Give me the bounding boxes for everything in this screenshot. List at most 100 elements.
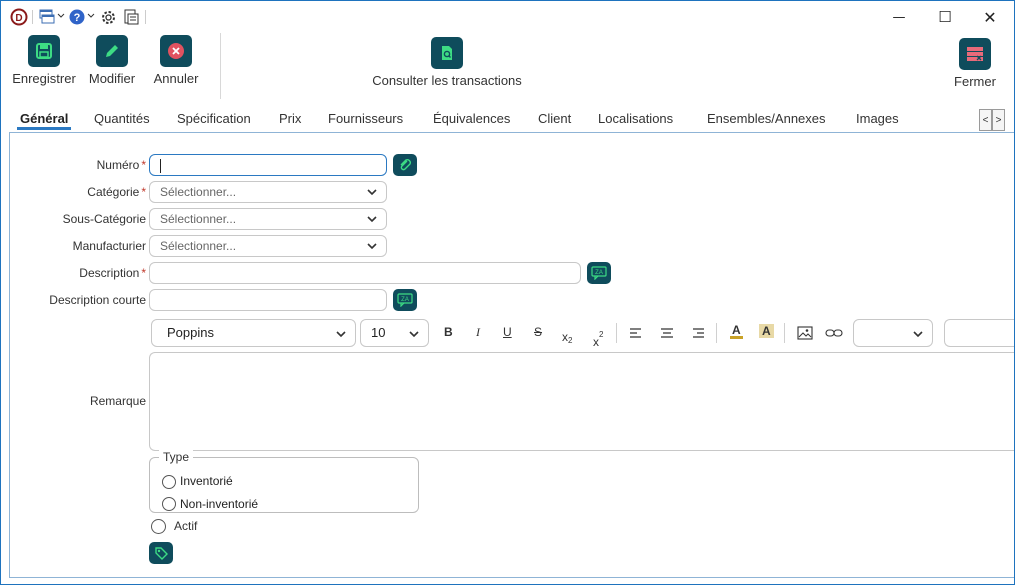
gear-icon[interactable] <box>100 9 117 26</box>
toolbar-separator <box>784 323 785 343</box>
format-select[interactable] <box>853 319 933 347</box>
toolbar-separator <box>616 323 617 343</box>
save-button[interactable]: Enregistrer <box>11 35 77 86</box>
categorie-label: Catégorie * <box>87 185 146 199</box>
tab-client[interactable]: Client <box>538 111 571 126</box>
chevron-down-icon <box>336 331 346 338</box>
description-input[interactable] <box>149 262 581 284</box>
close-window-button[interactable]: ✕ <box>967 5 1013 29</box>
style-select[interactable] <box>944 319 1014 347</box>
actif-label: Actif <box>174 519 198 533</box>
chevron-down-icon[interactable] <box>87 13 95 19</box>
description-courte-input[interactable] <box>149 289 387 311</box>
translate-icon: ZA <box>591 266 607 280</box>
manufacturier-select[interactable]: Sélectionner... <box>149 235 387 257</box>
toolbar-separator <box>716 323 717 343</box>
align-center-icon[interactable] <box>660 327 674 339</box>
remarque-editor[interactable] <box>149 352 1014 451</box>
translate-short-description-button[interactable]: ZA <box>393 289 417 311</box>
tab-bar: Général Quantités Spécification Prix Fou… <box>1 105 1014 131</box>
numero-input[interactable] <box>149 154 387 176</box>
svg-text:ZA: ZA <box>401 297 409 303</box>
tab-scroll-left-button[interactable]: < <box>979 109 992 131</box>
type-legend: Type <box>159 450 194 464</box>
minimize-button[interactable]: — <box>876 5 922 29</box>
subscript-button[interactable]: x2 <box>562 330 572 345</box>
pencil-icon <box>96 35 128 67</box>
maximize-button[interactable]: ☐ <box>922 5 968 29</box>
title-bar: D ? — ☐ ✕ <box>1 1 1014 33</box>
font-family-select[interactable]: Poppins <box>151 319 356 347</box>
souscategorie-select[interactable]: Sélectionner... <box>149 208 387 230</box>
italic-button[interactable]: I <box>476 325 480 340</box>
save-label: Enregistrer <box>12 71 76 86</box>
translate-icon: ZA <box>397 293 413 307</box>
font-size-select[interactable]: 10 <box>360 319 429 347</box>
tab-equivalences[interactable]: Équivalences <box>433 111 510 126</box>
save-icon <box>28 35 60 67</box>
tab-ensembles-annexes[interactable]: Ensembles/Annexes <box>707 111 826 126</box>
tab-general[interactable]: Général <box>16 111 72 130</box>
non-inventorie-label: Non-inventorié <box>180 497 259 511</box>
inventorie-radio[interactable] <box>162 475 176 489</box>
highlight-color-button[interactable]: A <box>759 324 774 338</box>
align-left-icon[interactable] <box>629 327 643 339</box>
manufacturier-label: Manufacturier <box>72 239 146 253</box>
search-document-icon <box>431 37 463 69</box>
link-icon[interactable] <box>825 328 843 338</box>
description-label: Description * <box>79 266 146 280</box>
tags-button[interactable] <box>149 542 173 564</box>
souscategorie-label: Sous-Catégorie <box>62 212 146 226</box>
app-window: D ? — ☐ ✕ Enregistrer Modifier Annuler C… <box>0 0 1015 585</box>
inventorie-label: Inventorié <box>180 474 233 488</box>
close-form-icon <box>959 38 991 70</box>
chevron-down-icon <box>367 216 377 223</box>
svg-text:D: D <box>15 13 22 24</box>
general-panel: Numéro * Catégorie * Sous-Catégorie Manufa… <box>9 132 1014 578</box>
image-icon[interactable] <box>797 326 813 340</box>
generate-number-button[interactable] <box>393 154 417 176</box>
bold-button[interactable]: B <box>444 325 453 339</box>
description-courte-label: Description courte <box>49 293 146 307</box>
tab-images[interactable]: Images <box>856 111 899 126</box>
categorie-select[interactable]: Sélectionner... <box>149 181 387 203</box>
cancel-button[interactable]: Annuler <box>150 35 202 86</box>
remarque-label: Remarque <box>89 394 146 408</box>
close-label: Fermer <box>954 74 996 89</box>
view-transactions-button[interactable]: Consulter les transactions <box>369 37 525 88</box>
numero-label: Numéro * <box>96 158 146 172</box>
help-icon[interactable]: ? <box>69 9 85 25</box>
edit-button[interactable]: Modifier <box>86 35 138 86</box>
view-transactions-label: Consulter les transactions <box>372 73 522 88</box>
chevron-down-icon <box>913 331 923 338</box>
svg-text:ZA: ZA <box>595 270 603 276</box>
app-logo-icon: D <box>10 8 28 26</box>
chevron-down-icon <box>367 189 377 196</box>
paperclip-icon <box>400 159 411 171</box>
chevron-down-icon <box>409 331 419 338</box>
text-color-button[interactable]: A <box>730 324 743 339</box>
tab-localisations[interactable]: Localisations <box>598 111 673 126</box>
tab-scroll-right-button[interactable]: > <box>992 109 1005 131</box>
translate-description-button[interactable]: ZA <box>587 262 611 284</box>
windows-icon[interactable] <box>39 9 55 25</box>
svg-text:?: ? <box>74 12 81 24</box>
report-icon[interactable] <box>123 9 139 25</box>
tag-icon <box>155 547 168 560</box>
cancel-label: Annuler <box>153 71 199 86</box>
actif-checkbox[interactable] <box>151 519 166 534</box>
superscript-button[interactable]: x2 <box>593 330 603 349</box>
chevron-down-icon[interactable] <box>57 13 65 19</box>
align-right-icon[interactable] <box>691 327 705 339</box>
edit-label: Modifier <box>88 71 136 86</box>
close-button[interactable]: Fermer <box>951 38 999 89</box>
tab-specification[interactable]: Spécification <box>177 111 251 126</box>
non-inventorie-radio[interactable] <box>162 497 176 511</box>
tab-prix[interactable]: Prix <box>279 111 301 126</box>
tab-quantites[interactable]: Quantités <box>94 111 150 126</box>
chevron-down-icon <box>367 243 377 250</box>
strikethrough-button[interactable]: S <box>534 325 542 339</box>
ribbon-toolbar: Enregistrer Modifier Annuler Consulter l… <box>1 33 1014 101</box>
underline-button[interactable]: U <box>503 325 512 339</box>
tab-fournisseurs[interactable]: Fournisseurs <box>328 111 403 126</box>
